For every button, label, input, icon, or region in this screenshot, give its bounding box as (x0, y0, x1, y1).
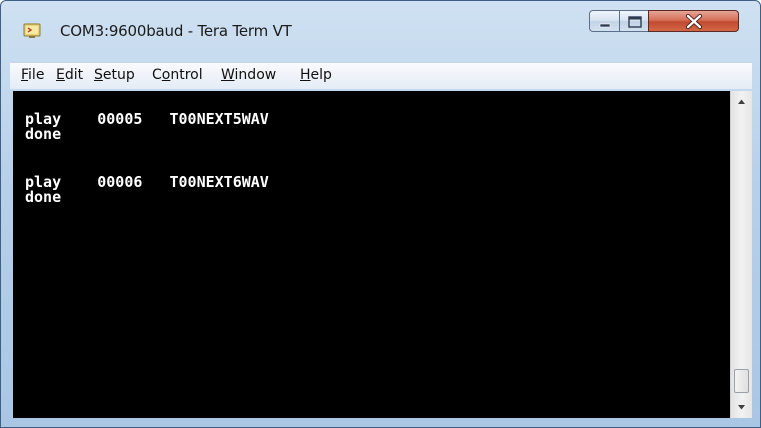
menu-bar: File Edit Setup Control Window Help (10, 62, 752, 89)
minimize-icon (599, 23, 611, 28)
scroll-up-arrow-icon (738, 99, 745, 104)
minimize-button[interactable] (589, 10, 620, 32)
scroll-thumb[interactable] (734, 369, 749, 393)
title-bar[interactable]: COM3:9600baud - Tera Term VT (1, 1, 760, 57)
scroll-down-arrow-icon (738, 405, 745, 410)
terminal-line: play 00006 T00NEXT6WAV (25, 173, 269, 191)
close-button[interactable] (648, 10, 739, 32)
menu-file[interactable]: File (21, 67, 44, 83)
menu-control[interactable]: Control (152, 67, 203, 83)
tera-term-app-icon[interactable] (23, 22, 41, 39)
maximize-button[interactable] (619, 10, 649, 32)
menu-edit[interactable]: Edit (56, 67, 83, 83)
menu-window[interactable]: Window (221, 67, 276, 83)
close-icon (686, 14, 702, 29)
terminal-line: done (25, 125, 62, 143)
maximize-icon (628, 16, 642, 28)
menu-help[interactable]: Help (300, 67, 332, 83)
terminal-line: play 00005 T00NEXT5WAV (25, 110, 269, 128)
vertical-scrollbar[interactable] (730, 91, 752, 418)
scroll-up-button[interactable] (731, 93, 752, 110)
terminal-screen[interactable]: play 00005 T00NEXT5WAV done play 00006 T… (13, 91, 730, 418)
window-bottom-border (1, 418, 760, 427)
scroll-down-button[interactable] (731, 399, 752, 416)
tera-term-window: COM3:9600baud - Tera Term VT File Edit S… (0, 0, 761, 428)
terminal-line: done (25, 188, 62, 206)
window-title: COM3:9600baud - Tera Term VT (60, 22, 292, 40)
menu-setup[interactable]: Setup (94, 67, 135, 83)
